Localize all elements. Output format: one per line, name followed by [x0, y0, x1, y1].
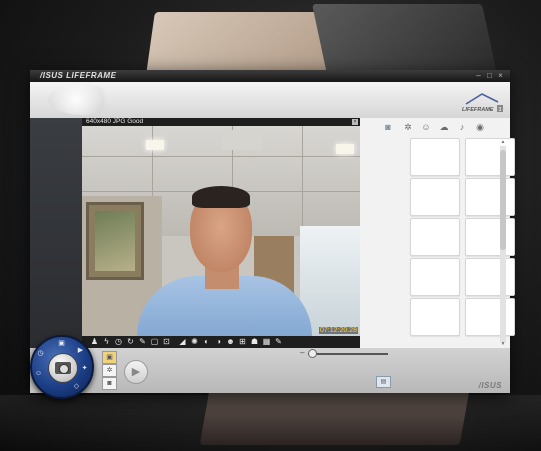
gallery-scrollbar[interactable]: ▲ ▼	[500, 140, 506, 347]
image-icon[interactable]: ▦	[262, 337, 271, 346]
face-icon[interactable]: ☻	[226, 337, 235, 346]
pen-icon[interactable]: ✎	[138, 337, 147, 346]
zoom-out-icon[interactable]: –	[300, 348, 304, 357]
burst-dial-icon[interactable]: ◇	[72, 382, 81, 391]
camera-tab-icon[interactable]: ◙	[382, 121, 394, 133]
gallery-thumbnail[interactable]	[410, 298, 460, 336]
svg-text:3: 3	[499, 107, 502, 113]
svg-text:LIFEFRAME: LIFEFRAME	[462, 107, 494, 113]
gallery-view-button[interactable]: ▤	[376, 376, 391, 388]
window-title: /ISUS LIFEFRAME	[40, 71, 117, 80]
preview-close-icon[interactable]: ×	[352, 119, 358, 125]
cloud-tab-icon[interactable]: ☁	[438, 121, 450, 133]
gallery-panel: ◙ ✲ ☺ ☁ ♪ ◉ ▲ ▼	[360, 118, 515, 348]
ceiling-light	[146, 140, 164, 150]
scroll-down-icon[interactable]: ▼	[500, 342, 506, 347]
video-dial-icon[interactable]: ▶	[76, 346, 85, 355]
preview-toolbar: ♟ ϟ ◷ ↻ ✎ ▢ ⊡ ◢ ✺ ◐ ◑ ☻ ⊞ ☗ ▦ ✎	[82, 336, 360, 348]
photo-mode-button[interactable]: ▣	[102, 351, 117, 364]
mic-tab-icon[interactable]: ♪	[456, 121, 468, 133]
person-hair	[192, 186, 250, 208]
restore-button[interactable]: □	[485, 71, 494, 80]
minimize-button[interactable]: –	[474, 71, 483, 80]
person-icon[interactable]: ♟	[90, 337, 99, 346]
play-button[interactable]: ▶	[124, 360, 148, 384]
resolution-info: 640x480 JPG Good	[86, 118, 144, 125]
zoom-slider-track[interactable]	[308, 353, 388, 355]
contrast-icon[interactable]: ◐	[202, 337, 211, 346]
zoom-slider-knob[interactable]	[308, 349, 317, 358]
background-laptop-right	[312, 4, 498, 79]
photo-dial-icon[interactable]: ▣	[57, 339, 66, 348]
frame-icon[interactable]: ▢	[150, 337, 159, 346]
preview-info-bar: 640x480 JPG Good ×	[82, 118, 360, 126]
camera-preview[interactable]: 07:12:20.28	[82, 126, 360, 336]
camera-lens-icon	[59, 364, 69, 374]
gallery-thumbnail[interactable]	[465, 218, 515, 256]
rotate-icon[interactable]: ↻	[126, 337, 135, 346]
settings-icon[interactable]: ✎	[274, 337, 283, 346]
effect-icon[interactable]: ◢	[178, 337, 187, 346]
bottom-control-panel: ▣ ✲ ◙ ▶ – ▤ /ISUS	[82, 348, 510, 393]
gallery-thumbnail[interactable]	[410, 258, 460, 296]
ceiling-vent	[222, 130, 262, 150]
eye-tab-icon[interactable]: ◉	[474, 121, 486, 133]
settings-mode-button[interactable]: ✲	[102, 364, 117, 377]
photo-effect-icon[interactable]: ☗	[250, 337, 259, 346]
capture-button[interactable]	[48, 353, 78, 383]
scroll-thumb[interactable]	[500, 150, 506, 250]
background-reflection	[0, 395, 541, 451]
asus-footer-logo: /ISUS	[478, 381, 502, 390]
record-mode-button[interactable]: ◙	[102, 377, 117, 390]
flash-icon[interactable]: ϟ	[102, 337, 111, 346]
gallery-thumbnail[interactable]	[410, 138, 460, 176]
preview-timestamp: 07:12:20.28	[319, 327, 358, 334]
timer-icon[interactable]: ◷	[114, 337, 123, 346]
wall-picture	[86, 202, 144, 280]
app-header: LIFEFRAME 3	[30, 82, 510, 118]
gallery-thumbnail[interactable]	[465, 258, 515, 296]
left-sidebar	[30, 118, 82, 348]
gallery-thumbnail[interactable]	[465, 138, 515, 176]
settings-tab-icon[interactable]: ✲	[402, 121, 414, 133]
scroll-up-icon[interactable]: ▲	[500, 140, 506, 145]
ceiling-grid-line	[82, 156, 360, 157]
gallery-thumbnail[interactable]	[465, 298, 515, 336]
timer-dial-icon[interactable]: ◷	[36, 349, 45, 358]
border-icon[interactable]: ⊞	[238, 337, 247, 346]
gallery-thumbnail[interactable]	[465, 178, 515, 216]
brightness-icon[interactable]: ✺	[190, 337, 199, 346]
effect-dial-icon[interactable]: ✦	[80, 364, 89, 373]
face-tab-icon[interactable]: ☺	[420, 121, 432, 133]
edit-icon[interactable]: ⊡	[162, 337, 171, 346]
face-dial-icon[interactable]: ☺	[34, 369, 43, 378]
gallery-thumbnail[interactable]	[410, 178, 460, 216]
header-swirl-decoration	[48, 85, 118, 115]
lifeframe-logo: LIFEFRAME 3	[460, 88, 504, 114]
close-button[interactable]: ×	[496, 71, 505, 80]
color-icon[interactable]: ◑	[214, 337, 223, 346]
ceiling-grid-line	[302, 126, 303, 236]
capture-dial[interactable]: ▣ ▶ ✦ ◇ ◷ ☺	[30, 335, 94, 399]
gallery-thumbnail[interactable]	[410, 218, 460, 256]
title-bar[interactable]: /ISUS LIFEFRAME – □ ×	[30, 70, 510, 82]
ceiling-light	[336, 144, 354, 154]
lifeframe-window: /ISUS LIFEFRAME – □ × LIFEFRAME 3 640x48…	[30, 70, 515, 393]
